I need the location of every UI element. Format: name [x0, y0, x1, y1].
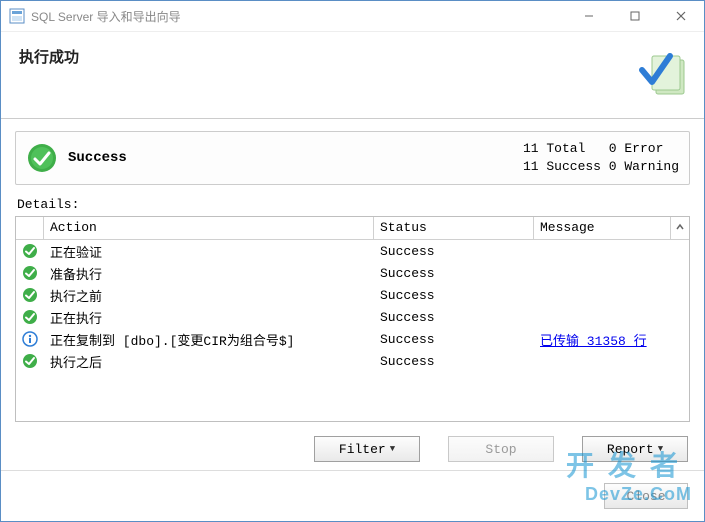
- dropdown-icon: ▼: [658, 444, 663, 454]
- message-link[interactable]: 已传输 31358 行: [540, 334, 647, 349]
- table-row[interactable]: 正在验证Success: [16, 240, 689, 262]
- status-cell: Success: [374, 310, 534, 325]
- table-row[interactable]: 执行之前Success: [16, 284, 689, 306]
- result-label: Success: [68, 150, 523, 166]
- success-icon: [16, 309, 44, 325]
- grid-header: Action Status Message: [16, 217, 689, 240]
- app-icon: [9, 8, 25, 24]
- status-cell: Success: [374, 288, 534, 303]
- col-message[interactable]: Message: [534, 217, 671, 239]
- success-icon: [16, 243, 44, 259]
- success-icon: [16, 353, 44, 369]
- maximize-button[interactable]: [612, 1, 658, 31]
- details-heading: Details:: [17, 197, 688, 212]
- filter-button[interactable]: Filter ▼: [314, 436, 420, 462]
- col-icon[interactable]: [16, 217, 44, 239]
- summary-line-total: 11 Total 0 Error: [523, 141, 663, 156]
- dropdown-icon: ▼: [390, 444, 395, 454]
- action-cell: 执行之后: [44, 352, 374, 371]
- action-cell: 正在验证: [44, 242, 374, 261]
- grid-body[interactable]: 正在验证Success准备执行Success执行之前Success正在执行Suc…: [16, 240, 689, 421]
- col-status[interactable]: Status: [374, 217, 534, 239]
- status-cell: Success: [374, 332, 534, 347]
- report-button[interactable]: Report ▼: [582, 436, 688, 462]
- success-icon: [16, 265, 44, 281]
- body: Success 11 Total 0 Error 11 Success 0 Wa…: [1, 119, 704, 470]
- footer: Close: [1, 470, 704, 521]
- stop-button-label: Stop: [485, 442, 516, 457]
- message-cell[interactable]: 已传输 31358 行: [534, 330, 671, 349]
- close-button[interactable]: Close: [604, 483, 688, 509]
- header-banner: 执行成功: [1, 31, 704, 119]
- window-title: SQL Server 导入和导出向导: [31, 8, 181, 25]
- minimize-button[interactable]: [566, 1, 612, 31]
- summary-line-success: 11 Success 0 Warning: [523, 159, 679, 174]
- header-success-check-icon: [638, 50, 686, 98]
- status-cell: Success: [374, 244, 534, 259]
- action-cell: 执行之前: [44, 286, 374, 305]
- table-row[interactable]: 执行之后Success: [16, 350, 689, 372]
- success-icon: [16, 287, 44, 303]
- status-cell: Success: [374, 266, 534, 281]
- close-button-label: Close: [626, 489, 665, 504]
- action-cell: 正在执行: [44, 308, 374, 327]
- status-cell: Success: [374, 354, 534, 369]
- wizard-window: SQL Server 导入和导出向导 执行成功: [0, 0, 705, 522]
- titlebar: SQL Server 导入和导出向导: [1, 1, 704, 31]
- stop-button: Stop: [448, 436, 554, 462]
- window-close-button[interactable]: [658, 1, 704, 31]
- table-row[interactable]: 正在执行Success: [16, 306, 689, 328]
- page-title: 执行成功: [19, 46, 79, 67]
- details-grid: Action Status Message 正在验证Success准备执行Suc…: [15, 216, 690, 422]
- action-cell: 准备执行: [44, 264, 374, 283]
- report-button-label: Report: [607, 442, 654, 457]
- table-row[interactable]: 准备执行Success: [16, 262, 689, 284]
- scroll-up-icon[interactable]: [671, 222, 689, 235]
- filter-button-label: Filter: [339, 442, 386, 457]
- table-row[interactable]: 正在复制到 [dbo].[变更CIR为组合号$]Success 已传输 31358…: [16, 328, 689, 350]
- summary-box: Success 11 Total 0 Error 11 Success 0 Wa…: [15, 131, 690, 185]
- summary-stats: 11 Total 0 Error 11 Success 0 Warning: [523, 140, 679, 176]
- action-cell: 正在复制到 [dbo].[变更CIR为组合号$]: [44, 330, 374, 349]
- success-check-icon: [26, 142, 58, 174]
- col-action[interactable]: Action: [44, 217, 374, 239]
- button-row: Filter ▼ Stop Report ▼: [15, 422, 690, 470]
- info-icon: [16, 331, 44, 347]
